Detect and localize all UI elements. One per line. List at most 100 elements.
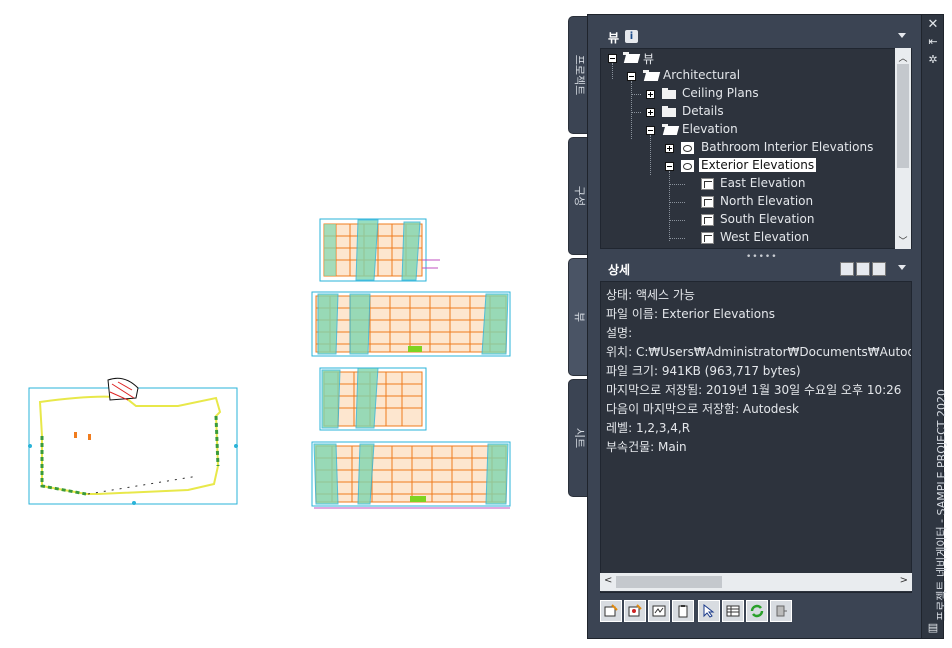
tab-constructs-label: 구성 bbox=[572, 185, 586, 207]
edit-view-button[interactable] bbox=[624, 600, 646, 622]
tree-label-exterior: Exterior Elevations bbox=[699, 158, 817, 172]
table-icon bbox=[726, 605, 740, 617]
detail-filesize: 파일 크기: 941KB (963,717 bytes) bbox=[606, 364, 801, 378]
detail-view-icon[interactable] bbox=[856, 262, 870, 276]
folder-open-icon bbox=[623, 52, 641, 63]
repath-icon bbox=[776, 605, 787, 617]
tree-label-details: Details bbox=[682, 104, 724, 118]
detail-panel: 상태: 액세스 가능 파일 이름: Exterior Elevations 설명… bbox=[600, 281, 912, 593]
tree-item-elevation[interactable]: Elevation bbox=[601, 121, 891, 139]
tree-item-east-elevation[interactable]: East Elevation bbox=[601, 175, 891, 193]
detail-header-label: 상세 bbox=[608, 263, 631, 277]
chevron-down-icon[interactable] bbox=[898, 33, 906, 38]
detail-levels: 레벨: 1,2,3,4,R bbox=[606, 421, 691, 435]
elevation-drawing-2[interactable] bbox=[310, 290, 514, 358]
tree-vertical-scrollbar[interactable]: ︿ ﹀ bbox=[895, 48, 911, 249]
elevation-drawing-4[interactable] bbox=[310, 440, 514, 510]
detail-last-saved: 마지막으로 저장됨: 2019년 1월 30일 수요일 오후 10:26 bbox=[606, 383, 902, 397]
tab-project-label: 프로젝트 bbox=[572, 54, 586, 96]
tree-item-west-elevation[interactable]: West Elevation bbox=[601, 229, 891, 247]
tree-label-ceiling-plans: Ceiling Plans bbox=[682, 86, 759, 100]
detail-saved-by: 다음이 마지막으로 저장함: Autodesk bbox=[606, 402, 799, 416]
expand-icon[interactable] bbox=[646, 108, 655, 117]
views-section-header[interactable]: 뷰 i bbox=[600, 27, 912, 47]
collapse-icon[interactable] bbox=[608, 54, 617, 63]
tree-label-elevation: Elevation bbox=[682, 122, 738, 136]
tree-item-ceiling-plans[interactable]: Ceiling Plans bbox=[601, 85, 891, 103]
expand-icon[interactable] bbox=[646, 90, 655, 99]
collapse-icon[interactable] bbox=[646, 126, 655, 135]
cursor-icon bbox=[703, 604, 715, 618]
tab-sheets-label: 시트 bbox=[572, 427, 586, 449]
collapse-icon[interactable] bbox=[665, 162, 674, 171]
detail-horizontal-scrollbar[interactable]: < > bbox=[600, 573, 912, 591]
edit-view-icon bbox=[628, 604, 642, 617]
autohide-icon[interactable]: ⇤ bbox=[922, 35, 944, 48]
regenerate-view-button[interactable] bbox=[648, 600, 670, 622]
views-header-label: 뷰 bbox=[608, 31, 620, 45]
elevation-drawing-1[interactable] bbox=[316, 216, 440, 284]
detail-building: 부속건물: Main bbox=[606, 440, 687, 454]
palette-menu-icon[interactable]: ▤ bbox=[922, 621, 944, 634]
expand-icon[interactable] bbox=[665, 144, 674, 153]
view-category-icon bbox=[681, 160, 694, 172]
detail-status: 상태: 액세스 가능 bbox=[606, 288, 695, 302]
view-category-icon bbox=[681, 142, 694, 154]
tree-item-bathroom-interior-elevations[interactable]: Bathroom Interior Elevations bbox=[601, 139, 891, 157]
detail-filename: 파일 이름: Exterior Elevations bbox=[606, 307, 775, 321]
scroll-right-icon[interactable]: > bbox=[900, 575, 908, 586]
properties-icon[interactable]: ✲ bbox=[922, 53, 944, 66]
elevation-view-icon bbox=[701, 178, 714, 190]
folder-open-icon bbox=[643, 70, 661, 81]
palette-title-bar[interactable]: ✕ ⇤ ✲ 프로젝트 네비게이터 - SAMPLE PROJECT 2020 ▤ bbox=[922, 14, 948, 639]
refresh-view-icon[interactable] bbox=[872, 262, 886, 276]
scroll-up-icon[interactable]: ︿ bbox=[895, 51, 911, 64]
folder-open-icon bbox=[662, 124, 680, 135]
palette-title: 프로젝트 네비게이터 - SAMPLE PROJECT 2020 bbox=[935, 389, 948, 621]
scrollbar-thumb[interactable] bbox=[616, 576, 722, 588]
preview-icon[interactable] bbox=[840, 262, 854, 276]
tree-label-east: East Elevation bbox=[720, 176, 806, 190]
refresh-button[interactable] bbox=[746, 600, 768, 622]
info-icon[interactable]: i bbox=[625, 30, 638, 43]
collapse-icon[interactable] bbox=[627, 72, 636, 81]
tree-label-bathroom: Bathroom Interior Elevations bbox=[701, 140, 874, 154]
add-view-icon bbox=[604, 604, 618, 617]
detail-section-header[interactable]: 상세 bbox=[600, 259, 912, 279]
elevation-view-icon bbox=[701, 214, 714, 226]
regenerate-icon bbox=[652, 605, 666, 617]
clipboard-icon bbox=[678, 605, 688, 618]
folder-icon bbox=[662, 106, 676, 117]
tree-item-south-elevation[interactable]: South Elevation bbox=[601, 211, 891, 229]
scroll-left-icon[interactable]: < bbox=[604, 575, 612, 586]
table-view-button[interactable] bbox=[722, 600, 744, 622]
scroll-down-icon[interactable]: ﹀ bbox=[895, 234, 911, 247]
floor-plan-drawing[interactable] bbox=[28, 376, 240, 508]
folder-icon bbox=[662, 88, 676, 99]
repath-button[interactable] bbox=[770, 600, 792, 622]
views-tree[interactable]: 뷰 Architectural Ceiling Plans Details El… bbox=[600, 48, 912, 249]
elevation-drawing-3[interactable] bbox=[316, 366, 440, 434]
clipboard-button[interactable] bbox=[672, 600, 694, 622]
scrollbar-thumb[interactable] bbox=[897, 64, 909, 168]
elevation-view-icon bbox=[701, 232, 714, 244]
tree-item-north-elevation[interactable]: North Elevation bbox=[601, 193, 891, 211]
tree-item-details[interactable]: Details bbox=[601, 103, 891, 121]
tree-item-views-root[interactable]: 뷰 bbox=[601, 49, 891, 67]
bottom-toolbar bbox=[600, 600, 796, 624]
tab-views-label: 뷰 bbox=[572, 311, 586, 323]
tree-label-south: South Elevation bbox=[720, 212, 815, 226]
tree-label-views-root: 뷰 bbox=[643, 52, 655, 66]
tree-item-exterior-elevations[interactable]: Exterior Elevations bbox=[601, 157, 891, 175]
close-icon[interactable]: ✕ bbox=[922, 17, 944, 32]
chevron-down-icon[interactable] bbox=[898, 265, 906, 270]
tree-item-architectural[interactable]: Architectural bbox=[601, 67, 891, 85]
add-view-button[interactable] bbox=[600, 600, 622, 622]
detail-description: 설명: bbox=[606, 326, 633, 340]
tree-label-west: West Elevation bbox=[720, 230, 810, 244]
select-tool-button[interactable] bbox=[698, 600, 720, 622]
detail-location: 위치: C:₩Users₩Administrator₩Documents₩Aut… bbox=[606, 345, 911, 359]
refresh-icon bbox=[750, 604, 764, 618]
elevation-view-icon bbox=[701, 196, 714, 208]
tree-label-architectural: Architectural bbox=[663, 68, 741, 82]
